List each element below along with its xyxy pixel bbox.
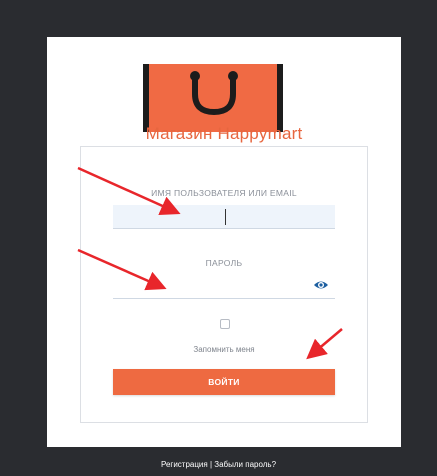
password-input[interactable] — [113, 275, 335, 299]
remember-label: Запомнить меня — [193, 345, 255, 354]
username-input[interactable] — [113, 205, 335, 229]
brand-title: Магазин Happymart — [145, 124, 303, 143]
remember-checkbox[interactable] — [220, 319, 230, 329]
login-form: ИМЯ ПОЛЬЗОВАТЕЛЯ ИЛИ EMAIL ПАРОЛЬ Запомн… — [80, 146, 368, 423]
forgot-password-link[interactable]: Забыли пароль? — [214, 460, 276, 469]
shopping-bag-icon — [143, 64, 283, 132]
text-caret — [225, 209, 226, 225]
password-label: ПАРОЛЬ — [205, 258, 243, 268]
register-link[interactable]: Регистрация — [161, 460, 208, 469]
username-label: ИМЯ ПОЛЬЗОВАТЕЛЯ ИЛИ EMAIL — [151, 188, 297, 198]
login-card: Магазин Happymart ИМЯ ПОЛЬЗОВАТЕЛЯ ИЛИ E… — [47, 37, 401, 447]
eye-icon[interactable] — [313, 278, 329, 292]
login-button[interactable]: ВОЙТИ — [113, 369, 335, 395]
footer-links: Регистрация | Забыли пароль? — [0, 460, 437, 469]
